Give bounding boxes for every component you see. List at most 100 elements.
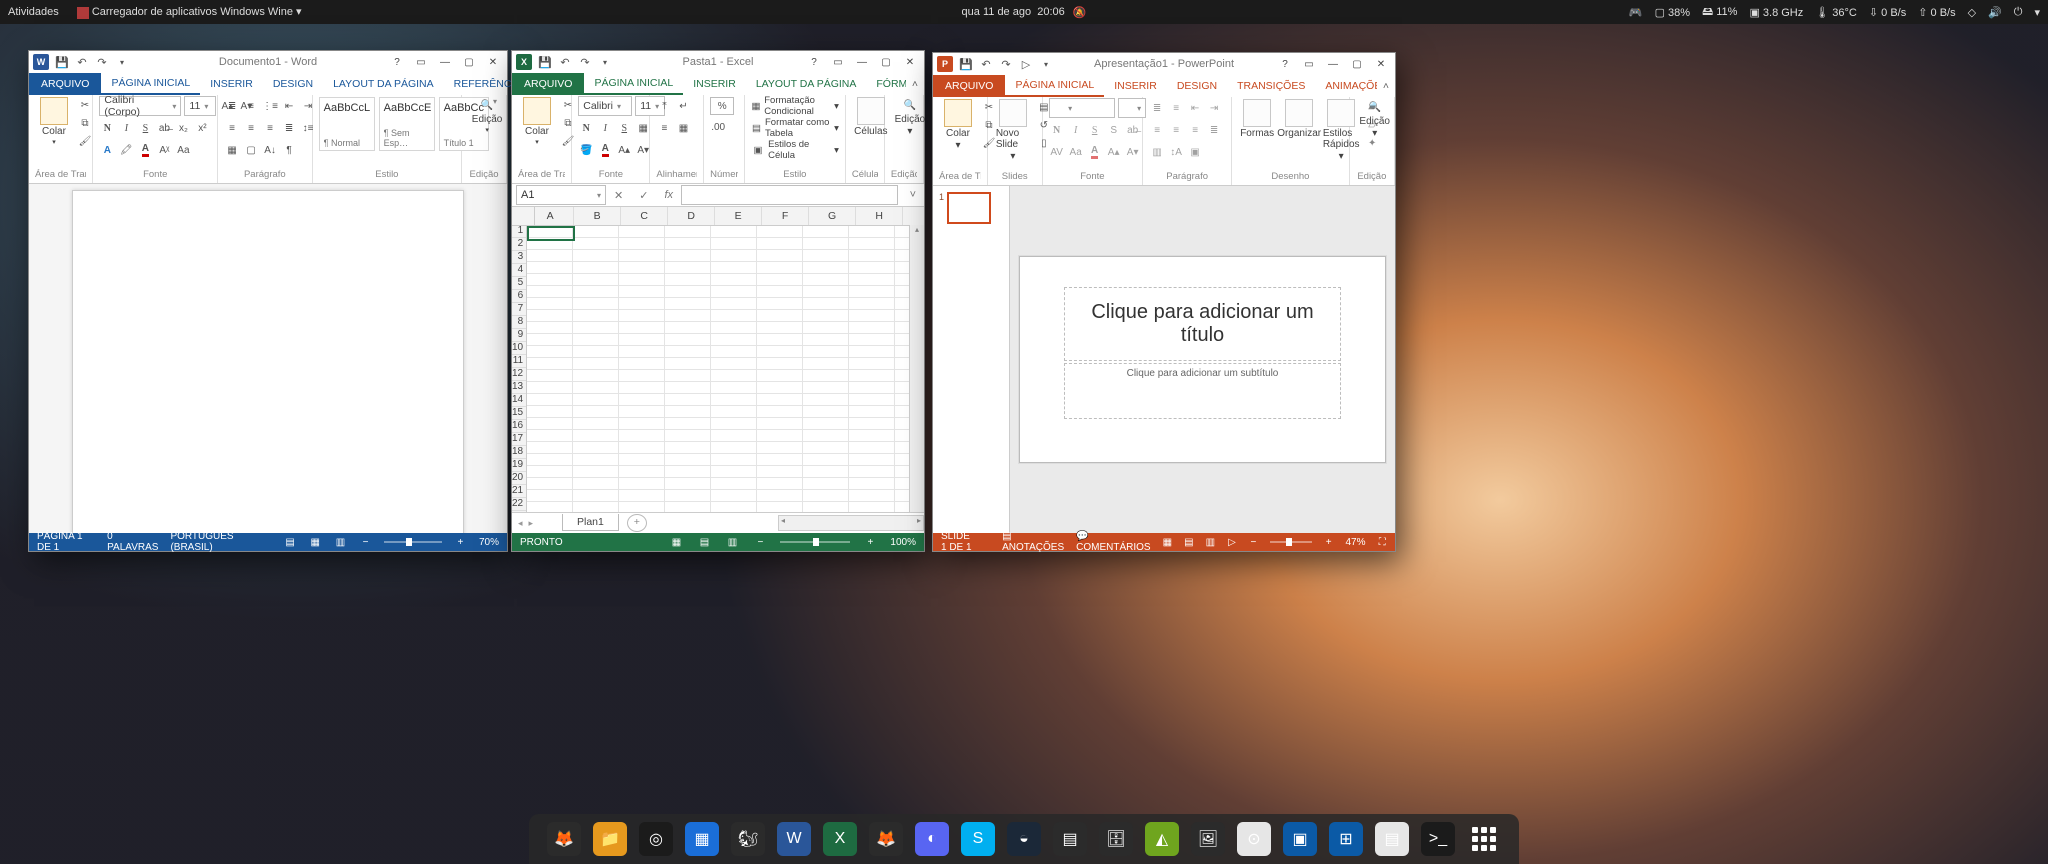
font-color-icon[interactable]: A xyxy=(1087,144,1103,160)
minimize-button[interactable]: — xyxy=(435,55,455,69)
paste-button[interactable]: Colar ▾ xyxy=(35,97,73,146)
row-header[interactable]: 9 xyxy=(512,329,526,342)
change-case-icon[interactable]: Aa xyxy=(175,142,191,158)
wrap-text-icon[interactable]: ↵ xyxy=(675,98,691,114)
row-header[interactable]: 5 xyxy=(512,277,526,290)
columns-icon[interactable]: ▥ xyxy=(1149,144,1165,160)
row-header[interactable]: 10 xyxy=(512,342,526,355)
row-header[interactable]: 2 xyxy=(512,238,526,251)
grow-font-icon[interactable]: A▴ xyxy=(616,142,632,158)
shape-fill-icon[interactable]: ▰ xyxy=(1364,99,1380,115)
reading-view-icon[interactable]: ▥ xyxy=(1206,536,1216,548)
font-size-select[interactable]: 11▾ xyxy=(184,96,216,116)
undo-icon[interactable]: ↶ xyxy=(979,57,993,71)
copy-icon[interactable]: ⧉ xyxy=(77,115,93,131)
help-icon[interactable]: ? xyxy=(1275,57,1295,71)
font-name-select[interactable]: Calibri (Corpo)▾ xyxy=(99,96,181,116)
zoom-out-icon[interactable]: − xyxy=(752,536,768,548)
fit-slide-icon[interactable]: ⛶ xyxy=(1377,536,1387,548)
ribbon-tab[interactable]: INSERIR xyxy=(1104,75,1167,97)
italic-icon[interactable]: I xyxy=(1068,122,1084,138)
dock-virtualbox-icon[interactable]: ▣ xyxy=(1283,822,1317,856)
dock-screenshot-icon[interactable]: 🖼 xyxy=(1191,822,1225,856)
zoom-in-icon[interactable]: + xyxy=(862,536,878,548)
dock-obs-icon[interactable]: ◎ xyxy=(639,822,673,856)
align-left-icon[interactable]: ≡ xyxy=(1149,122,1165,138)
shrink-font-icon[interactable]: A▾ xyxy=(635,142,651,158)
numbering-icon[interactable]: ≡ xyxy=(1168,100,1184,116)
bold-icon[interactable]: N xyxy=(1049,122,1065,138)
dock-windows-icon[interactable]: ⊞ xyxy=(1329,822,1363,856)
outdent-icon[interactable]: ⇤ xyxy=(1187,100,1203,116)
bold-icon[interactable]: N xyxy=(99,120,115,136)
file-tab[interactable]: ARQUIVO xyxy=(29,73,101,95)
row-header[interactable]: 20 xyxy=(512,472,526,485)
vertical-scrollbar[interactable]: ▴ xyxy=(909,225,924,512)
net-down-indicator[interactable]: ⇩ 0 B/s xyxy=(1869,6,1906,19)
page-layout-icon[interactable]: ▤ xyxy=(696,536,712,548)
shape-effects-icon[interactable]: ✦ xyxy=(1364,135,1380,151)
row-header[interactable]: 22 xyxy=(512,498,526,511)
qat-dropdown-icon[interactable]: ▾ xyxy=(598,55,612,69)
bold-icon[interactable]: N xyxy=(578,120,594,136)
align-left-icon[interactable]: ≡ xyxy=(224,120,240,136)
dock-terminal-icon[interactable]: >_ xyxy=(1421,822,1455,856)
dock-steam-icon[interactable]: ◒ xyxy=(1007,822,1041,856)
zoom-in-icon[interactable]: + xyxy=(454,536,467,548)
sheet-nav-first-icon[interactable]: ◂ xyxy=(518,518,523,529)
collapse-ribbon-icon[interactable]: ˄ xyxy=(906,73,924,95)
temperature-indicator[interactable]: 🌡 36°C xyxy=(1815,6,1857,19)
underline-icon[interactable]: S xyxy=(1087,122,1103,138)
fx-icon[interactable]: fx xyxy=(656,189,681,201)
file-tab[interactable]: ARQUIVO xyxy=(512,73,584,95)
dock-discord-icon[interactable]: ◐ xyxy=(915,822,949,856)
dock-dbeaver-icon[interactable]: 🐿 xyxy=(731,822,765,856)
help-icon[interactable]: ? xyxy=(804,55,824,69)
char-spacing-icon[interactable]: AV xyxy=(1049,144,1065,160)
paste-button[interactable]: Colar ▾ xyxy=(518,97,556,146)
minimize-button[interactable]: — xyxy=(1323,57,1343,71)
slide-indicator[interactable]: SLIDE 1 DE 1 xyxy=(941,531,978,553)
battery-indicator[interactable]: ▢ 38% xyxy=(1655,6,1690,19)
title-placeholder[interactable]: Clique para adicionar um título xyxy=(1064,287,1341,361)
sorter-view-icon[interactable]: ▤ xyxy=(1184,536,1194,548)
dock-text-editor-icon[interactable]: ▤ xyxy=(1375,822,1409,856)
font-name-select[interactable]: ▾ xyxy=(1049,98,1115,118)
italic-icon[interactable]: I xyxy=(597,120,613,136)
clear-format-icon[interactable]: Aᵡ xyxy=(156,142,172,158)
collapse-ribbon-icon[interactable]: ˄ xyxy=(1377,75,1395,97)
column-header[interactable]: H xyxy=(856,207,903,225)
dock-kdenlive-icon[interactable]: ▤ xyxy=(1053,822,1087,856)
ribbon-options-icon[interactable]: ▭ xyxy=(411,55,431,69)
wifi-icon[interactable]: ◇ xyxy=(1968,6,1976,19)
discord-tray-icon[interactable]: 🎮 xyxy=(1629,6,1643,19)
web-layout-icon[interactable]: ▥ xyxy=(334,536,347,548)
column-header[interactable]: F xyxy=(762,207,809,225)
word-count[interactable]: 0 PALAVRAS xyxy=(107,531,158,553)
zoom-out-icon[interactable]: − xyxy=(359,536,372,548)
ribbon-tab[interactable]: PÁGINA INICIAL xyxy=(584,73,683,95)
redo-icon[interactable]: ↷ xyxy=(95,55,109,69)
dock-skype-icon[interactable]: S xyxy=(961,822,995,856)
zoom-level[interactable]: 70% xyxy=(479,537,499,548)
system-menu-caret[interactable]: ▾ xyxy=(2034,6,2040,19)
help-icon[interactable]: ? xyxy=(387,55,407,69)
row-header[interactable]: 3 xyxy=(512,251,526,264)
file-tab[interactable]: ARQUIVO xyxy=(933,75,1005,97)
ribbon-tab[interactable]: PÁGINA INICIAL xyxy=(101,73,200,95)
print-layout-icon[interactable]: ▦ xyxy=(309,536,322,548)
power-icon[interactable]: ⏻ xyxy=(2014,6,2023,19)
column-header[interactable]: D xyxy=(668,207,715,225)
column-header[interactable]: I xyxy=(903,207,924,225)
language-indicator[interactable]: PORTUGUÊS (BRASIL) xyxy=(170,531,259,553)
row-header[interactable]: 7 xyxy=(512,303,526,316)
ribbon-tab[interactable]: DESIGN xyxy=(1167,75,1227,97)
align-top-icon[interactable]: ⤒ xyxy=(656,98,672,114)
document-area[interactable] xyxy=(29,184,507,533)
editing-button[interactable]: 🔍 Edição ▾ xyxy=(468,97,506,134)
minimize-button[interactable]: — xyxy=(852,55,872,69)
strike-icon[interactable]: ab̶ xyxy=(1125,122,1141,138)
zoom-level[interactable]: 47% xyxy=(1345,537,1365,548)
align-middle-icon[interactable]: ≡ xyxy=(656,120,672,136)
clock-date[interactable]: qua 11 de ago 20:06 xyxy=(962,6,1065,18)
